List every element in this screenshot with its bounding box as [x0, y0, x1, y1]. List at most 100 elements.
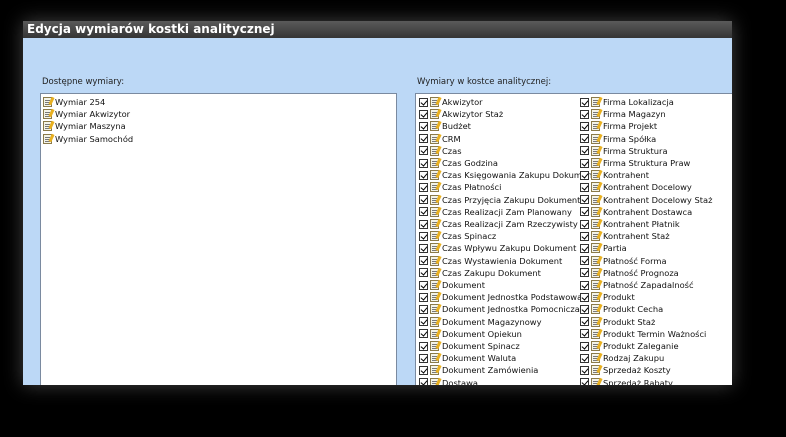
list-item[interactable]: Produkt Cecha: [580, 303, 663, 315]
list-item[interactable]: Wymiar Maszyna: [43, 120, 126, 132]
dimension-checkbox[interactable]: [419, 341, 428, 351]
list-item[interactable]: Czas Realizacji Zam Planowany: [419, 206, 572, 218]
list-item[interactable]: Czas Godzina: [419, 157, 498, 169]
dimension-checkbox[interactable]: [580, 121, 589, 131]
dimension-checkbox[interactable]: [580, 304, 589, 314]
dimension-checkbox[interactable]: [419, 219, 428, 229]
dimension-checkbox[interactable]: [580, 256, 589, 266]
list-item[interactable]: Dokument Waluta: [419, 352, 516, 364]
dimension-checkbox[interactable]: [419, 170, 428, 180]
list-item[interactable]: Firma Struktura Praw: [580, 157, 690, 169]
list-item[interactable]: Sprzedaż Koszty: [580, 364, 671, 376]
list-item[interactable]: Czas: [419, 145, 462, 157]
list-item[interactable]: Dokument Magazynowy: [419, 316, 542, 328]
list-item[interactable]: Firma Magazyn: [580, 108, 666, 120]
list-item[interactable]: Rodzaj Zakupu: [580, 352, 664, 364]
dimension-checkbox[interactable]: [419, 231, 428, 241]
dimension-checkbox[interactable]: [580, 268, 589, 278]
dimension-checkbox[interactable]: [419, 304, 428, 314]
list-item[interactable]: Akwizytor: [419, 96, 483, 108]
dimension-checkbox[interactable]: [419, 146, 428, 156]
dimension-checkbox[interactable]: [419, 134, 428, 144]
cube-dimensions-list[interactable]: Akwizytor Akwizytor Staż Budżet CRM Czas Czas…: [415, 93, 732, 385]
dimension-checkbox[interactable]: [419, 329, 428, 339]
dimension-checkbox[interactable]: [580, 378, 589, 385]
list-item[interactable]: Płatność Prognoza: [580, 267, 679, 279]
list-item[interactable]: Kontrahent: [580, 169, 649, 181]
dimension-checkbox[interactable]: [580, 219, 589, 229]
list-item[interactable]: Czas Księgowania Zakupu Dokument: [419, 169, 596, 181]
dimension-checkbox[interactable]: [419, 195, 428, 205]
dimension-checkbox[interactable]: [419, 268, 428, 278]
dimension-checkbox[interactable]: [419, 158, 428, 168]
dimension-checkbox[interactable]: [419, 256, 428, 266]
list-item[interactable]: Dostawa: [419, 377, 478, 385]
list-item[interactable]: Czas Wystawienia Dokument: [419, 255, 562, 267]
dimension-checkbox[interactable]: [419, 243, 428, 253]
list-item[interactable]: Kontrahent Docelowy: [580, 181, 692, 193]
dimension-checkbox[interactable]: [419, 292, 428, 302]
list-item[interactable]: Kontrahent Płatnik: [580, 218, 680, 230]
dimension-checkbox[interactable]: [580, 231, 589, 241]
dimension-checkbox[interactable]: [419, 207, 428, 217]
dimension-checkbox[interactable]: [419, 182, 428, 192]
dimension-checkbox[interactable]: [580, 97, 589, 107]
dimension-checkbox[interactable]: [580, 207, 589, 217]
list-item[interactable]: Sprzedaż Rabaty: [580, 377, 673, 385]
list-item[interactable]: CRM: [419, 133, 461, 145]
list-item[interactable]: Produkt Termin Ważności: [580, 328, 706, 340]
list-item[interactable]: Produkt: [580, 291, 635, 303]
dimension-checkbox[interactable]: [419, 97, 428, 107]
list-item[interactable]: Czas Spinacz: [419, 230, 496, 242]
dimension-checkbox[interactable]: [419, 109, 428, 119]
list-item[interactable]: Budżet: [419, 120, 471, 132]
dimension-checkbox[interactable]: [580, 170, 589, 180]
list-item[interactable]: Dokument Jednostka Podstawowa: [419, 291, 582, 303]
list-item[interactable]: Produkt Zaleganie: [580, 340, 679, 352]
list-item[interactable]: Dokument Spinacz: [419, 340, 520, 352]
dimension-checkbox[interactable]: [419, 365, 428, 375]
dimension-checkbox[interactable]: [580, 158, 589, 168]
dimension-checkbox[interactable]: [580, 353, 589, 363]
list-item[interactable]: Partia: [580, 242, 627, 254]
list-item[interactable]: Produkt Staż: [580, 316, 655, 328]
list-item[interactable]: Firma Lokalizacja: [580, 96, 674, 108]
list-item[interactable]: Płatność Forma: [580, 255, 667, 267]
list-item[interactable]: Kontrahent Dostawca: [580, 206, 692, 218]
dimension-checkbox[interactable]: [419, 121, 428, 131]
list-item[interactable]: Akwizytor Staż: [419, 108, 503, 120]
dimension-checkbox[interactable]: [580, 365, 589, 375]
list-item[interactable]: Firma Struktura: [580, 145, 668, 157]
list-item[interactable]: Czas Realizacji Zam Rzeczywisty: [419, 218, 578, 230]
list-item[interactable]: Wymiar Samochód: [43, 133, 133, 145]
dimension-checkbox[interactable]: [580, 243, 589, 253]
list-item[interactable]: Kontrahent Docelowy Staż: [580, 194, 712, 206]
dimension-checkbox[interactable]: [580, 109, 589, 119]
list-item[interactable]: Płatność Zapadalność: [580, 279, 694, 291]
list-item[interactable]: Dokument Zamówienia: [419, 364, 538, 376]
dimension-checkbox[interactable]: [580, 329, 589, 339]
dimension-checkbox[interactable]: [419, 280, 428, 290]
list-item[interactable]: Czas Zakupu Dokument: [419, 267, 541, 279]
list-item[interactable]: Dokument Opiekun: [419, 328, 522, 340]
dimension-checkbox[interactable]: [580, 317, 589, 327]
dimension-checkbox[interactable]: [580, 341, 589, 351]
dimension-checkbox[interactable]: [419, 317, 428, 327]
list-item[interactable]: Kontrahent Staż: [580, 230, 670, 242]
dimension-checkbox[interactable]: [419, 378, 428, 385]
list-item[interactable]: Dokument: [419, 279, 485, 291]
dimension-checkbox[interactable]: [580, 195, 589, 205]
list-item[interactable]: Dokument Jednostka Pomocnicza: [419, 303, 580, 315]
dimension-checkbox[interactable]: [580, 292, 589, 302]
list-item[interactable]: Wymiar Akwizytor: [43, 108, 130, 120]
list-item[interactable]: Czas Wpływu Zakupu Dokument: [419, 242, 576, 254]
available-dimensions-list[interactable]: Wymiar 254 Wymiar Akwizytor Wymiar Maszyna…: [40, 93, 397, 385]
dimension-checkbox[interactable]: [580, 280, 589, 290]
dimension-checkbox[interactable]: [580, 182, 589, 192]
list-item[interactable]: Czas Przyjęcia Zakupu Dokument: [419, 194, 580, 206]
list-item[interactable]: Firma Projekt: [580, 120, 657, 132]
dimension-checkbox[interactable]: [580, 134, 589, 144]
list-item[interactable]: Wymiar 254: [43, 96, 105, 108]
dimension-checkbox[interactable]: [419, 353, 428, 363]
dimension-checkbox[interactable]: [580, 146, 589, 156]
